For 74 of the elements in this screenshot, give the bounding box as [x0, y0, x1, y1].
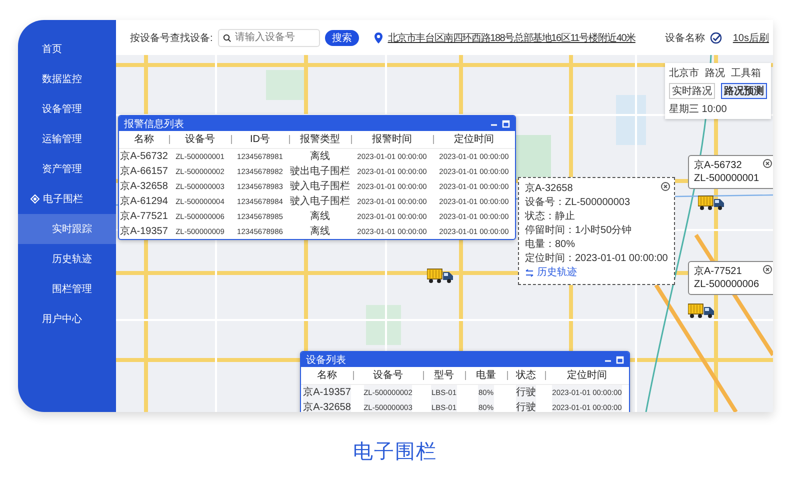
table-cell: 京A-32658: [303, 400, 351, 412]
close-icon[interactable]: [763, 159, 772, 168]
sidebar-item[interactable]: 运输管理: [18, 124, 116, 154]
table-cell-text: 驶入电子围栏: [290, 180, 350, 194]
search-icon: [222, 34, 231, 42]
search-button[interactable]: 搜索: [324, 30, 359, 46]
column-header: 名称: [119, 131, 169, 149]
fence-icon: [30, 194, 40, 204]
park-area: [266, 70, 306, 100]
location-pin-icon: [374, 32, 383, 44]
park-area: [366, 305, 401, 345]
info-line: 电量：80%: [525, 238, 576, 252]
table-cell-text: 京A-32658: [120, 180, 168, 194]
close-icon[interactable]: [660, 182, 670, 191]
traffic-toggle[interactable]: 路况: [705, 66, 725, 80]
truck-icon[interactable]: [427, 268, 453, 283]
table-cell-text: 京A-66157: [120, 164, 168, 179]
table-cell-text: 离线: [310, 224, 330, 239]
column-header: 报警时间: [351, 131, 433, 149]
sidebar-item[interactable]: 首页: [18, 34, 116, 64]
maximize-icon[interactable]: [502, 120, 510, 128]
traffic-tab[interactable]: 实时路况: [669, 83, 715, 99]
swap-arrows-icon: [525, 269, 534, 277]
history-track-link[interactable]: 历史轨迹: [525, 266, 577, 280]
info-line: 停留时间：1小时50分钟: [525, 224, 633, 238]
search-field[interactable]: 请输入设备号: [218, 28, 320, 46]
panel-title: 报警信息列表: [124, 118, 185, 130]
table-cell-text: 离线: [310, 210, 330, 224]
info-line: 设备号：ZL-500000003: [525, 196, 632, 210]
column-header: ID号: [231, 131, 289, 149]
sidebar-subitem[interactable]: 围栏管理: [18, 274, 116, 304]
truck-icon[interactable]: [698, 195, 724, 210]
toolbox-menu[interactable]: 工具箱: [731, 66, 761, 80]
check-circle-icon[interactable]: [710, 32, 722, 44]
table-cell: 行驶: [516, 400, 536, 412]
lake-area: [616, 95, 646, 145]
table-cell-text: 京A-56732: [120, 150, 168, 164]
table-cell-text: 京A-61294: [120, 194, 168, 209]
city-selector[interactable]: 北京市: [669, 66, 699, 80]
table-cell: 京A-19357: [303, 385, 351, 400]
vehicle-plate: 京A-77521: [694, 265, 743, 278]
device-number: ZL-500000006: [694, 278, 760, 291]
page-caption: 电子围栏: [352, 440, 438, 465]
search-label: 按设备号查找设备:: [130, 32, 213, 44]
panel-title: 设备列表: [306, 354, 347, 366]
table-cell-text: 京A-19357: [120, 224, 168, 239]
sidebar-subitem[interactable]: 历史轨迹: [18, 244, 116, 274]
vehicle-plate: 京A-32658: [525, 182, 573, 196]
sidebar-item[interactable]: 用户中心: [18, 304, 116, 334]
table-cell-text: 驶出电子围栏: [290, 164, 350, 179]
refresh-countdown[interactable]: 10s后刷: [732, 30, 769, 44]
table-cell-text: 离线: [310, 150, 330, 164]
sidebar-item[interactable]: 电子围栏: [18, 184, 116, 214]
device-number: ZL-500000001: [694, 172, 760, 185]
sidebar-item[interactable]: 数据监控: [18, 64, 116, 94]
maximize-icon[interactable]: [616, 356, 624, 364]
sidebar-item[interactable]: 资产管理: [18, 154, 116, 184]
vehicle-plate: 京A-56732: [694, 159, 743, 172]
column-header: 设备号: [169, 131, 231, 149]
sidebar-item[interactable]: 设备管理: [18, 94, 116, 124]
info-line: 定位时间：2023-01-01 00:00:00: [525, 252, 668, 266]
table-cell: 行驶: [516, 385, 536, 400]
column-header: 报警类型: [289, 131, 351, 149]
traffic-tab[interactable]: 路况预测: [721, 83, 767, 99]
sidebar-subitem[interactable]: 实时跟踪: [18, 214, 116, 244]
table-cell-text: 驶入电子围栏: [290, 194, 350, 209]
close-icon[interactable]: [763, 265, 772, 274]
device-name-label: 设备名称: [664, 32, 705, 44]
forecast-time: 星期三 10:00: [669, 102, 728, 116]
address-link[interactable]: 北京市丰台区南四环西路188号总部基地16区11号楼附近40米: [388, 30, 636, 44]
table-cell-text: 京A-77521: [120, 210, 168, 224]
truck-icon[interactable]: [688, 303, 714, 318]
info-line: 状态：静止: [525, 210, 576, 224]
column-header: 定位时间: [433, 131, 515, 149]
